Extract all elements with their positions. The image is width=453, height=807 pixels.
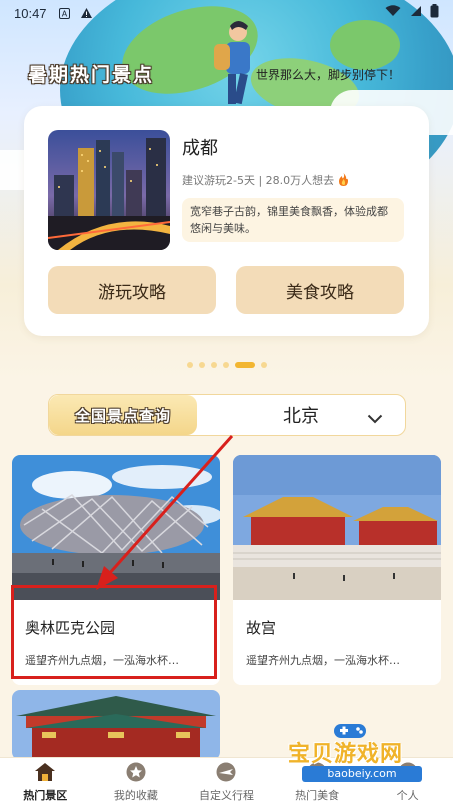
battery-icon [430,4,439,22]
gamepad-icon [334,724,366,738]
nav-label: 个人 [396,789,419,802]
spot-name: 奥林匹克公园 [25,619,116,637]
nav-label: 自定义行程 [198,789,254,802]
nav-hot-spots[interactable]: 热门景区 [0,758,91,807]
pager-dot[interactable] [260,362,267,368]
app-notification-icon: A [58,7,70,19]
wifi-icon [385,5,401,21]
spot-card-third[interactable] [12,690,220,760]
spot-description: 遥望齐州九点烟，一泓海水杯… [25,654,179,667]
olympic-park-photo [12,455,220,600]
featured-city-description: 宽窄巷子古韵，锦里美食飘香，体验成都悠闲与美味。 [182,198,404,242]
nav-profile[interactable]: 个人 [362,758,453,807]
spot-card-olympic-park[interactable]: 奥林匹克公园 遥望齐州九点烟，一泓海水杯… [12,455,220,685]
warning-icon [80,7,93,19]
star-icon [125,762,147,785]
nav-label: 热门美食 [295,789,340,802]
pager-dot[interactable] [222,362,229,368]
temple-photo [12,690,220,760]
bottom-navigation: 热门景区 我的收藏 自定义行程 热门美食 个人 [0,757,453,807]
status-bar: 10:47 A [0,0,453,26]
spot-name: 故宫 [246,619,277,637]
nav-favorites[interactable]: 我的收藏 [91,758,182,807]
city-query-bar: 全国景点查询 北京 [48,394,406,436]
nav-hot-food[interactable]: 热门美食 [272,758,363,807]
home-icon [34,762,56,785]
page-slogan: 世界那么大，脚步别停下！ [256,68,401,82]
pager-dot-active[interactable] [234,362,255,368]
play-guide-button[interactable]: 游玩攻略 [48,266,216,314]
featured-meta-text: 建议游玩2-5天 | 28.0万人想去 [182,174,335,187]
plane-icon [215,762,237,785]
food-icon [306,762,328,785]
nav-label: 我的收藏 [113,789,158,802]
status-time: 10:47 [14,5,47,21]
selected-city: 北京 [283,406,319,427]
nav-custom-itinerary[interactable]: 自定义行程 [181,758,272,807]
pager-dot[interactable] [210,362,217,368]
featured-destination-card[interactable]: 成都 建议游玩2-5天 | 28.0万人想去 宽窄巷子古韵，锦里美食飘香，体验成… [24,106,429,336]
city-query-label: 全国景点查询 [49,395,197,435]
carousel-pager [0,362,453,368]
nav-label: 热门景区 [23,789,68,802]
signal-icon [409,5,422,21]
page-title: 暑期热门景点 [28,64,155,86]
featured-city-photo [48,130,170,250]
city-dropdown[interactable]: 北京 [197,395,405,435]
svg-text:A: A [61,9,67,18]
featured-city-name: 成都 [182,138,218,159]
fire-icon [338,173,349,187]
pager-dot[interactable] [186,362,193,368]
pager-dot[interactable] [198,362,205,368]
spot-card-forbidden-city[interactable]: 故宫 遥望齐州九点烟，一泓海水杯… [233,455,441,685]
person-icon [397,762,419,785]
forbidden-city-photo [233,455,441,600]
food-guide-button[interactable]: 美食攻略 [236,266,404,314]
featured-city-meta: 建议游玩2-5天 | 28.0万人想去 [182,172,349,188]
chevron-down-icon [367,409,383,428]
spot-description: 遥望齐州九点烟，一泓海水杯… [246,654,400,667]
